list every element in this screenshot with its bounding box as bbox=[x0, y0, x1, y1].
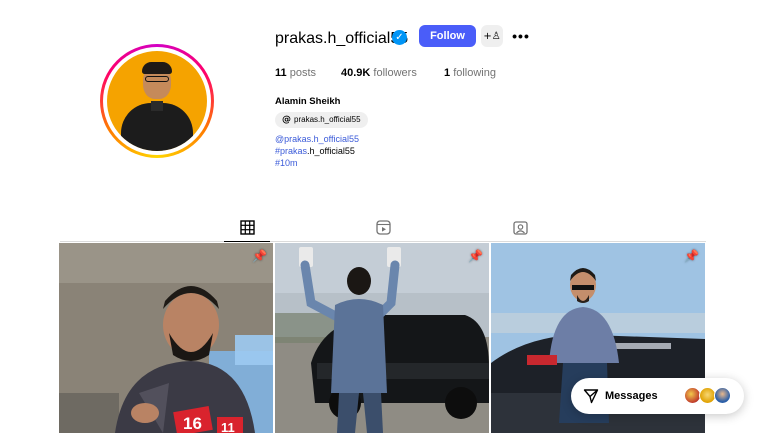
messages-label: Messages bbox=[605, 390, 658, 402]
tab-posts[interactable] bbox=[237, 218, 257, 236]
posts-count: 11 posts bbox=[275, 67, 316, 79]
profile-full-name: Alamin Sheikh bbox=[275, 96, 341, 107]
bio-hashtag-10m-link[interactable]: #10m bbox=[275, 158, 298, 168]
suggested-users-button[interactable]: +♙ bbox=[481, 25, 503, 47]
followers-count-label: followers bbox=[373, 67, 417, 79]
post-1-red-card-text: 16 bbox=[183, 414, 202, 433]
followers-count-value: 40.9K bbox=[341, 67, 371, 79]
following-link[interactable]: 1 following bbox=[444, 67, 496, 79]
following-count-label: following bbox=[453, 67, 496, 79]
avatar-hair bbox=[142, 62, 172, 74]
reels-icon bbox=[375, 219, 391, 235]
avatar-glasses bbox=[145, 76, 169, 82]
post-tile-2[interactable]: 📌 bbox=[275, 243, 489, 433]
bio-mention-link[interactable]: @prakas.h_official55 bbox=[275, 134, 359, 144]
pin-icon: 📌 bbox=[468, 249, 483, 263]
profile-username: prakas.h_official55 bbox=[275, 30, 409, 47]
threads-badge[interactable]: @ prakas.h_official55 bbox=[275, 112, 368, 128]
tabs-divider bbox=[60, 241, 706, 242]
tab-reels[interactable] bbox=[373, 218, 393, 236]
bio-text: .h_official55 bbox=[307, 146, 355, 156]
post-1-image: 16 11 bbox=[59, 243, 273, 433]
verified-badge-icon: ✓ bbox=[392, 30, 407, 45]
pin-icon: 📌 bbox=[684, 249, 699, 263]
post-2-image bbox=[275, 243, 489, 433]
posts-count-label: posts bbox=[289, 67, 316, 79]
posts-count-value: 11 bbox=[275, 67, 287, 79]
threads-handle: prakas.h_official55 bbox=[294, 115, 361, 124]
avatar-photo bbox=[107, 51, 207, 151]
bio-hashtag-link[interactable]: #prakas bbox=[275, 146, 307, 156]
tab-tagged[interactable] bbox=[510, 218, 530, 236]
post-1-red-card-text-2: 11 bbox=[221, 420, 235, 433]
followers-link[interactable]: 40.9K followers bbox=[341, 67, 417, 79]
active-tab-indicator bbox=[224, 241, 270, 242]
send-icon bbox=[583, 389, 599, 404]
more-options-button[interactable]: ••• bbox=[510, 25, 532, 47]
avatar-collar bbox=[151, 101, 163, 111]
grid-icon bbox=[239, 219, 255, 235]
tagged-icon bbox=[512, 220, 528, 235]
profile-avatar[interactable] bbox=[100, 44, 214, 158]
avatar-ring-gap bbox=[103, 47, 211, 155]
threads-icon: @ bbox=[282, 115, 291, 125]
messages-button[interactable]: Messages bbox=[571, 378, 744, 414]
message-avatar-3 bbox=[714, 387, 731, 404]
post-tile-1[interactable]: 16 11 📌 bbox=[59, 243, 273, 433]
following-count-value: 1 bbox=[444, 67, 451, 79]
pin-icon: 📌 bbox=[252, 249, 267, 263]
bio-line-2: #prakas.h_official55 bbox=[275, 146, 355, 156]
follow-button[interactable]: Follow bbox=[419, 25, 476, 47]
